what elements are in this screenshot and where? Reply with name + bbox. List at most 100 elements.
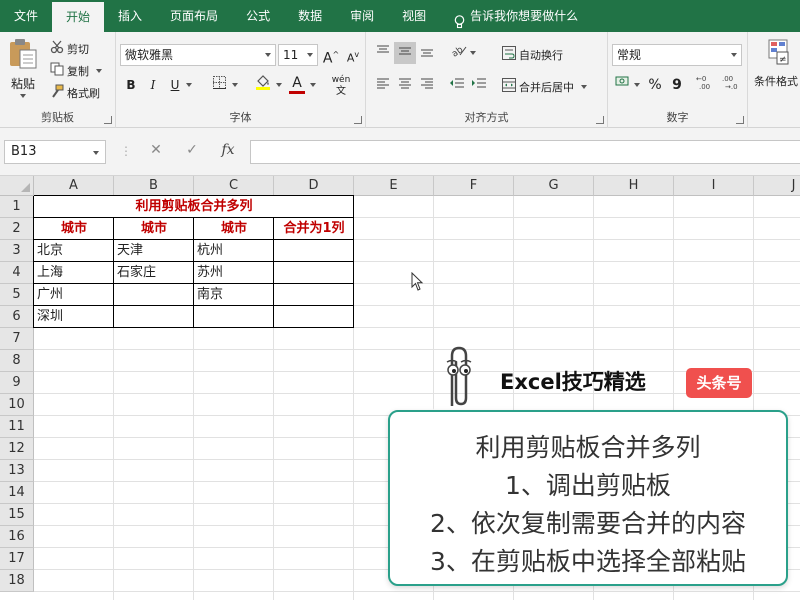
column-header-b[interactable]: B xyxy=(114,176,194,196)
paste-button[interactable]: 粘贴 xyxy=(8,38,38,98)
header-cell-a[interactable]: 城市 xyxy=(34,218,114,240)
cancel-icon[interactable]: ✕ xyxy=(146,142,166,158)
column-header-g[interactable]: G xyxy=(514,176,594,196)
data-cell-c6[interactable] xyxy=(194,306,274,328)
data-cell-c5[interactable]: 南京 xyxy=(194,284,274,306)
enter-icon[interactable]: ✓ xyxy=(182,142,202,158)
number-launcher-icon[interactable] xyxy=(736,116,744,124)
row-header-9[interactable]: 9 xyxy=(0,372,34,394)
data-cell-a6[interactable]: 深圳 xyxy=(34,306,114,328)
data-cell-b3[interactable]: 天津 xyxy=(114,240,194,262)
tab-review[interactable]: 审阅 xyxy=(336,0,388,32)
font-size-dropdown[interactable]: 11 xyxy=(278,44,318,66)
row-header-6[interactable]: 6 xyxy=(0,306,34,328)
row-header-14[interactable]: 14 xyxy=(0,482,34,504)
tab-file[interactable]: 文件 xyxy=(0,0,52,32)
align-left-button[interactable] xyxy=(372,74,394,96)
grow-font-button[interactable]: A^ xyxy=(320,44,342,67)
column-header-a[interactable]: A xyxy=(34,176,114,196)
tab-view[interactable]: 视图 xyxy=(388,0,440,32)
insert-function-icon[interactable]: fx xyxy=(218,142,238,158)
data-cell-c3[interactable]: 杭州 xyxy=(194,240,274,262)
row-header-1[interactable]: 1 xyxy=(0,196,34,218)
column-header-c[interactable]: C xyxy=(194,176,274,196)
data-cell-a4[interactable]: 上海 xyxy=(34,262,114,284)
align-right-button[interactable] xyxy=(416,74,438,96)
increase-decimal-button[interactable]: ←0.00 xyxy=(694,74,718,96)
merge-center-button[interactable]: 合并后居中 xyxy=(502,78,587,95)
select-all-corner[interactable] xyxy=(0,176,34,196)
tab-page-layout[interactable]: 页面布局 xyxy=(156,0,232,32)
chevron-down-icon[interactable] xyxy=(276,83,282,87)
data-cell-a3[interactable]: 北京 xyxy=(34,240,114,262)
comma-style-button[interactable]: 9 xyxy=(666,74,688,96)
row-header-3[interactable]: 3 xyxy=(0,240,34,262)
align-middle-button[interactable] xyxy=(394,42,416,64)
clipboard-launcher-icon[interactable] xyxy=(104,116,112,124)
row-header-10[interactable]: 10 xyxy=(0,394,34,416)
row-header-13[interactable]: 13 xyxy=(0,460,34,482)
orientation-button[interactable]: ab xyxy=(448,42,470,64)
row-header-2[interactable]: 2 xyxy=(0,218,34,240)
shrink-font-button[interactable]: Av xyxy=(342,44,364,66)
table-title-cell[interactable]: 利用剪贴板合并多列 xyxy=(34,196,354,218)
data-cell-d4[interactable] xyxy=(274,262,354,284)
tell-me-box[interactable]: 告诉我你想要做什么 xyxy=(440,0,578,32)
tab-formulas[interactable]: 公式 xyxy=(232,0,284,32)
row-header-17[interactable]: 17 xyxy=(0,548,34,570)
number-format-dropdown[interactable]: 常规 xyxy=(612,44,742,66)
column-header-d[interactable]: D xyxy=(274,176,354,196)
underline-button[interactable]: U xyxy=(164,74,186,96)
tab-insert[interactable]: 插入 xyxy=(104,0,156,32)
data-cell-b6[interactable] xyxy=(114,306,194,328)
font-name-dropdown[interactable]: 微软雅黑 xyxy=(120,44,276,66)
chevron-down-icon[interactable] xyxy=(634,83,640,87)
column-header-i[interactable]: I xyxy=(674,176,754,196)
name-box[interactable]: B13 xyxy=(4,140,106,164)
italic-button[interactable]: I xyxy=(142,74,164,96)
formula-input[interactable] xyxy=(250,140,800,164)
row-header-4[interactable]: 4 xyxy=(0,262,34,284)
wrap-text-button[interactable]: 自动换行 xyxy=(502,46,563,63)
data-cell-a5[interactable]: 广州 xyxy=(34,284,114,306)
copy-button[interactable]: 复制 xyxy=(50,62,102,79)
increase-indent-button[interactable] xyxy=(468,74,490,96)
column-header-h[interactable]: H xyxy=(594,176,674,196)
alignment-launcher-icon[interactable] xyxy=(596,116,604,124)
bold-button[interactable]: B xyxy=(120,74,142,96)
align-center-button[interactable] xyxy=(394,74,416,96)
data-cell-b4[interactable]: 石家庄 xyxy=(114,262,194,284)
header-cell-b[interactable]: 城市 xyxy=(114,218,194,240)
row-header-7[interactable]: 7 xyxy=(0,328,34,350)
chevron-down-icon[interactable] xyxy=(310,83,316,87)
column-header-e[interactable]: E xyxy=(354,176,434,196)
row-header-15[interactable]: 15 xyxy=(0,504,34,526)
chevron-down-icon[interactable] xyxy=(186,83,192,87)
header-cell-d[interactable]: 合并为1列 xyxy=(274,218,354,240)
chevron-down-icon[interactable] xyxy=(470,51,476,55)
column-header-f[interactable]: F xyxy=(434,176,514,196)
row-header-12[interactable]: 12 xyxy=(0,438,34,460)
row-header-11[interactable]: 11 xyxy=(0,416,34,438)
header-cell-c[interactable]: 城市 xyxy=(194,218,274,240)
align-bottom-button[interactable] xyxy=(416,42,438,64)
format-painter-button[interactable]: 格式刷 xyxy=(50,84,100,101)
cut-button[interactable]: 剪切 xyxy=(50,40,89,57)
tab-data[interactable]: 数据 xyxy=(284,0,336,32)
accounting-format-button[interactable] xyxy=(612,74,634,96)
percent-button[interactable]: % xyxy=(644,74,666,96)
row-header-16[interactable]: 16 xyxy=(0,526,34,548)
data-cell-d5[interactable] xyxy=(274,284,354,306)
column-header-j[interactable]: J xyxy=(754,176,800,196)
data-cell-d6[interactable] xyxy=(274,306,354,328)
chevron-down-icon[interactable] xyxy=(232,83,238,87)
row-header-5[interactable]: 5 xyxy=(0,284,34,306)
fill-color-button[interactable] xyxy=(252,74,274,96)
decrease-decimal-button[interactable]: .00 →.0 xyxy=(720,74,744,96)
data-cell-c4[interactable]: 苏州 xyxy=(194,262,274,284)
row-header-18[interactable]: 18 xyxy=(0,570,34,592)
font-color-button[interactable]: A xyxy=(286,72,308,94)
font-launcher-icon[interactable] xyxy=(354,116,362,124)
row-header-8[interactable]: 8 xyxy=(0,350,34,372)
borders-button[interactable] xyxy=(208,74,230,96)
